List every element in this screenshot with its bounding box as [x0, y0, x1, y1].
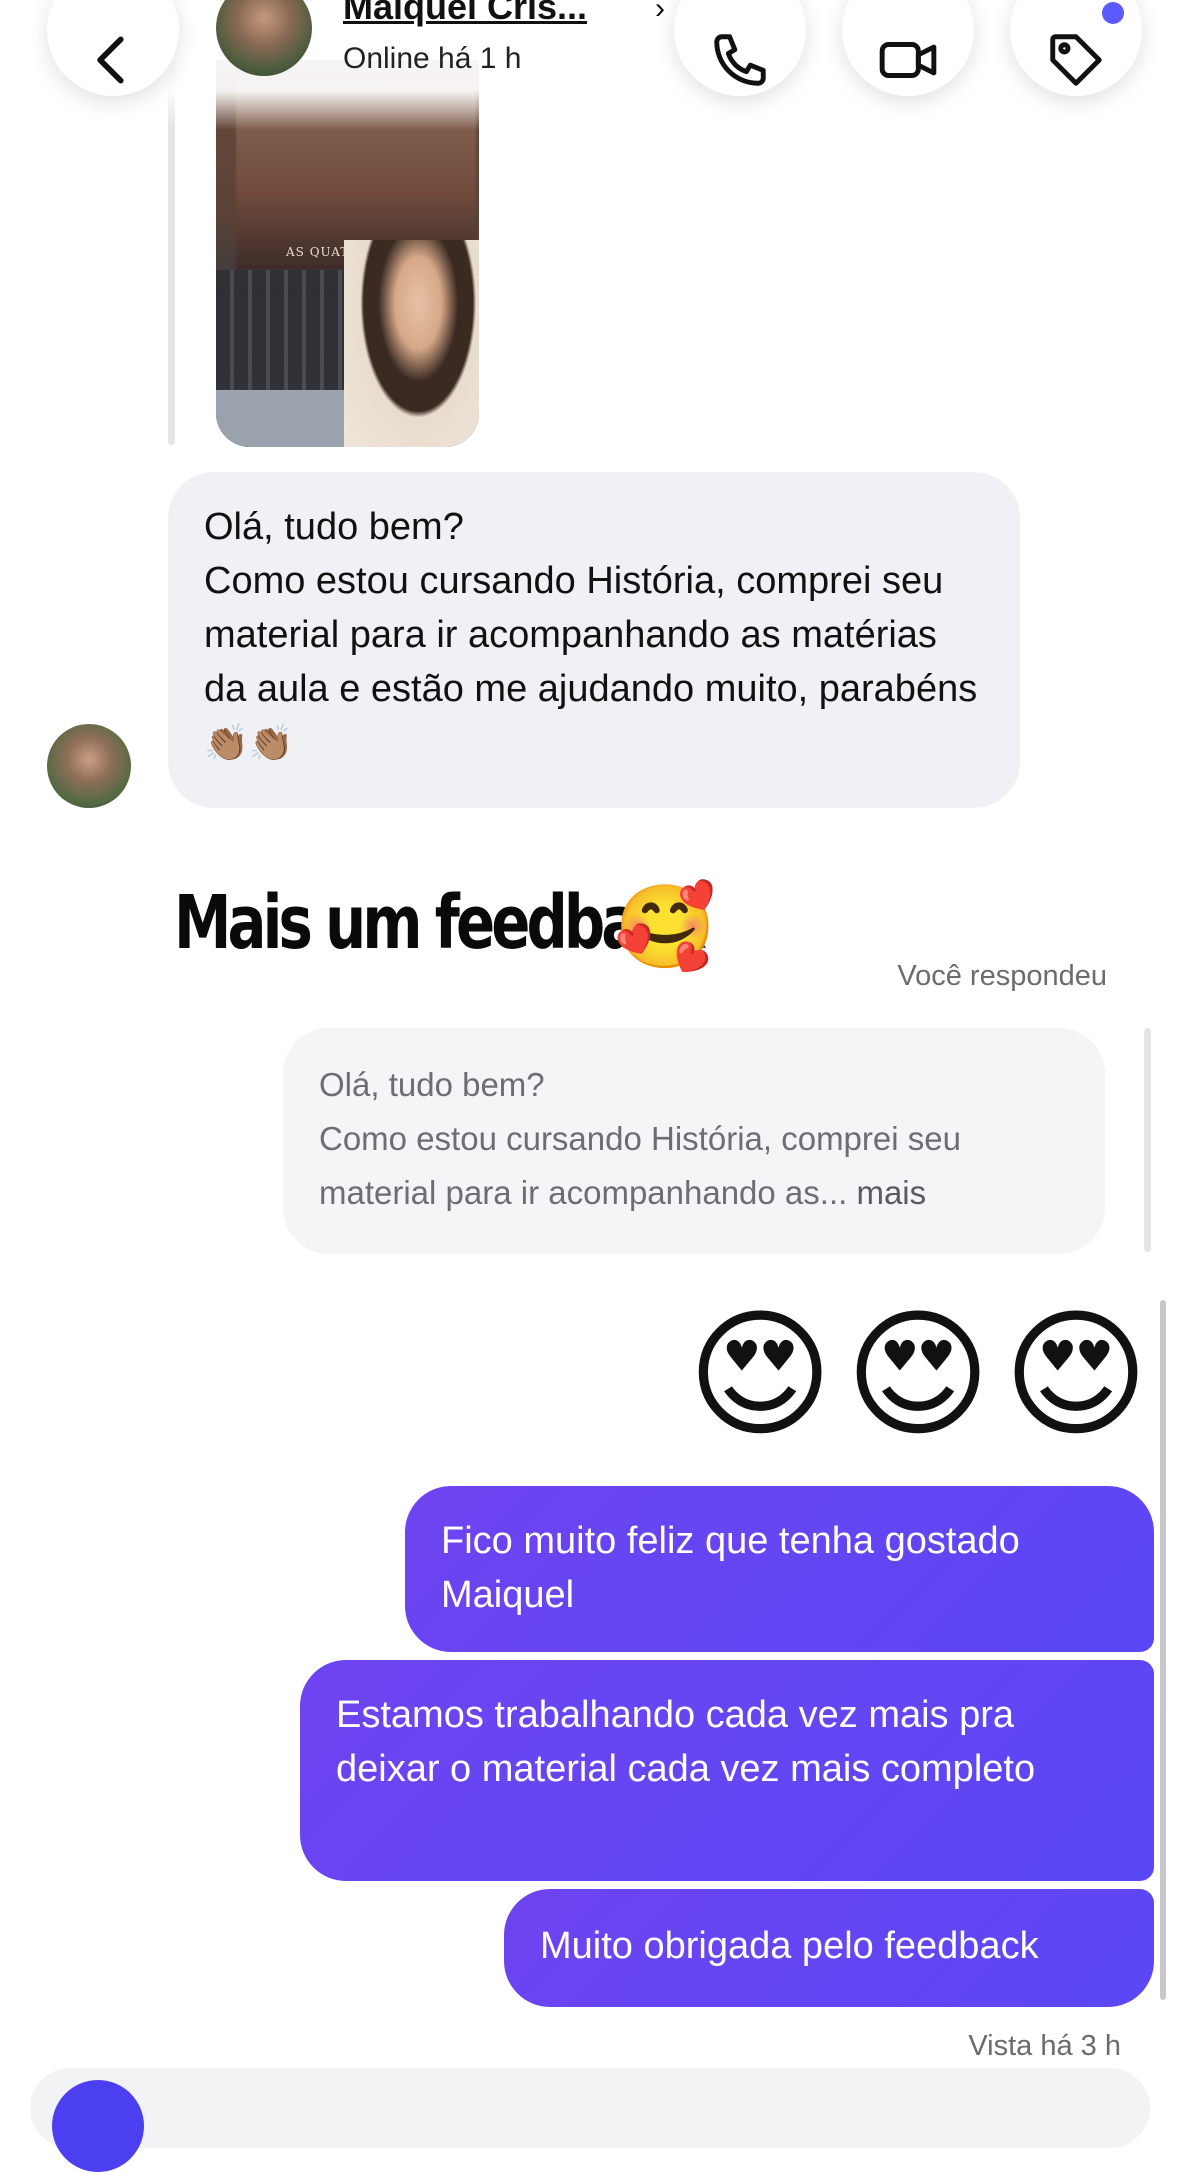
contact-name[interactable]: Maiquel Cris... — [343, 0, 587, 28]
you-replied-label: Você respondeu — [897, 960, 1107, 992]
message-composer[interactable] — [30, 2068, 1150, 2148]
heart-eyes-emoji: 😍 — [845, 1296, 992, 1453]
sender-avatar[interactable] — [47, 724, 131, 808]
emoji-message[interactable]: 😍 😍 😍 — [687, 1300, 1149, 1450]
smiling-hearts-emoji: 🥰 — [614, 882, 717, 973]
chevron-right-icon: › — [655, 0, 665, 25]
heart-eyes-emoji: 😍 — [1003, 1296, 1149, 1453]
outgoing-message-bubble[interactable]: Muito obrigada pelo feedback — [504, 1889, 1154, 2007]
notification-dot — [1102, 2, 1124, 24]
incoming-message-bubble[interactable]: Olá, tudo bem? Como estou cursando Histó… — [168, 472, 1020, 808]
quoted-message-bubble[interactable]: Olá, tudo bem? Como estou cursando Histó… — [283, 1028, 1105, 1254]
clapping-hands-emoji: 👏🏽👏🏽 — [204, 722, 294, 763]
scrollbar[interactable] — [1160, 1300, 1166, 2000]
outgoing-message-bubble[interactable]: Fico muito feliz que tenha gostado Maiqu… — [405, 1486, 1154, 1652]
chat-header: Maiquel Cris... › Online há 1 h — [0, 0, 1179, 130]
incoming-message-greeting: Olá, tudo bem? — [204, 506, 464, 548]
tag-icon — [1050, 34, 1102, 86]
heart-eyes-emoji: 😍 — [687, 1296, 834, 1453]
contact-avatar[interactable] — [216, 0, 312, 76]
incoming-message-text: Como estou cursando História, comprei se… — [204, 560, 978, 710]
back-button[interactable] — [47, 0, 179, 96]
outgoing-message-bubble[interactable]: Estamos trabalhando cada vez mais pra de… — [300, 1660, 1154, 1881]
story-person — [344, 240, 479, 447]
voice-call-button[interactable] — [674, 0, 806, 96]
chevron-left-icon — [97, 36, 124, 84]
label-button[interactable] — [1010, 0, 1142, 96]
video-call-button[interactable] — [842, 0, 974, 96]
camera-button[interactable] — [52, 2080, 144, 2172]
see-more-link[interactable]: mais — [856, 1174, 926, 1211]
phone-icon — [714, 34, 766, 86]
quoted-message-greeting: Olá, tudo bem? — [319, 1066, 545, 1103]
seen-status: Vista há 3 h — [968, 2030, 1121, 2062]
reply-quote-bar — [1144, 1028, 1151, 1252]
video-camera-icon — [879, 42, 937, 78]
contact-status: Online há 1 h — [343, 42, 522, 75]
